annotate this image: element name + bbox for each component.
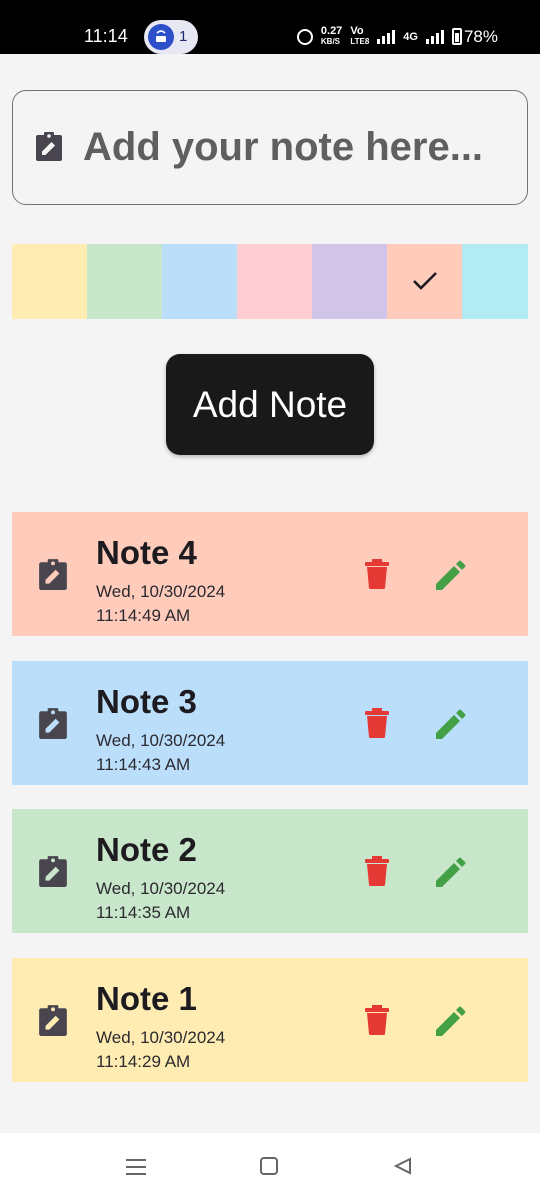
trash-icon[interactable]	[364, 855, 390, 887]
battery-percent: 78%	[463, 26, 498, 46]
color-swatch[interactable]	[162, 244, 237, 319]
note-time: 11:14:43 AM	[96, 754, 191, 774]
note-title: Note 2	[96, 831, 197, 868]
clipboard-edit-icon	[36, 132, 62, 161]
pencil-icon[interactable]	[434, 857, 466, 889]
status-icons: 0.27 KB/S Vo LTE8 4G 78%	[296, 26, 498, 47]
color-swatch[interactable]	[387, 244, 462, 319]
note-card[interactable]: Note 3 Wed, 10/30/2024 11:14:43 AM	[12, 660, 528, 785]
clipboard-edit-icon	[39, 707, 67, 739]
system-nav-bar	[0, 1133, 540, 1200]
recent-apps-icon[interactable]	[126, 1159, 146, 1180]
pencil-icon[interactable]	[434, 709, 466, 741]
hotspot-icon	[148, 24, 174, 50]
back-icon[interactable]	[394, 1157, 412, 1175]
color-swatch[interactable]	[462, 244, 528, 319]
network-type: 4G	[403, 30, 418, 43]
color-swatch[interactable]	[237, 244, 312, 319]
note-card[interactable]: Note 1 Wed, 10/30/2024 11:14:29 AM	[12, 957, 528, 1082]
net-speed: 0.27 KB/S	[321, 26, 342, 47]
note-title: Note 3	[96, 682, 197, 720]
clipboard-edit-icon	[39, 559, 67, 590]
clipboard-edit-icon	[39, 856, 67, 887]
note-input-container[interactable]	[12, 90, 528, 205]
color-picker	[12, 244, 528, 319]
note-timestamp: Wed, 10/30/2024 11:14:43 AM	[96, 729, 225, 777]
volte-bottom: LTE8	[350, 37, 370, 46]
color-swatch[interactable]	[12, 244, 87, 319]
note-title: Note 1	[96, 979, 197, 1017]
color-swatch[interactable]	[87, 244, 162, 319]
note-date: Wed, 10/30/2024	[96, 582, 226, 601]
home-icon[interactable]	[260, 1157, 278, 1175]
note-card[interactable]: Note 2 Wed, 10/30/2024 11:14:35 AM	[12, 809, 528, 933]
status-bar: 11:14 1 0.27 KB/S Vo LTE8 4G 78%	[0, 0, 540, 54]
note-date: Wed, 10/30/2024	[96, 879, 226, 898]
status-time: 11:14	[84, 26, 128, 46]
trash-icon[interactable]	[364, 1004, 390, 1036]
note-title: Note 4	[96, 534, 197, 571]
note-time: 11:14:49 AM	[96, 606, 191, 625]
clipboard-edit-icon	[39, 1004, 67, 1036]
volte-indicator: Vo LTE8	[350, 26, 369, 47]
add-note-button[interactable]: Add Note	[166, 354, 374, 455]
signal-icon-2	[425, 29, 444, 44]
trash-icon[interactable]	[364, 707, 390, 739]
net-speed-unit: KB/S	[320, 37, 341, 46]
note-date: Wed, 10/30/2024	[96, 1027, 226, 1047]
trash-icon[interactable]	[364, 558, 390, 590]
note-input[interactable]	[83, 111, 523, 183]
volte-top: Vo	[350, 25, 364, 37]
note-time: 11:14:35 AM	[96, 903, 191, 922]
note-card[interactable]: Note 4 Wed, 10/30/2024 11:14:49 AM	[12, 512, 528, 636]
net-speed-value: 0.27	[320, 25, 343, 37]
check-icon	[413, 272, 437, 290]
hotspot-count: 1	[179, 28, 188, 45]
note-time: 11:14:29 AM	[96, 1051, 191, 1071]
alarm-icon	[296, 28, 313, 45]
color-swatch[interactable]	[312, 244, 387, 319]
pencil-icon[interactable]	[434, 1006, 466, 1038]
pencil-icon[interactable]	[434, 560, 466, 592]
hotspot-indicator[interactable]: 1	[144, 20, 198, 54]
battery-icon	[451, 28, 462, 45]
note-date: Wed, 10/30/2024	[96, 730, 226, 750]
note-timestamp: Wed, 10/30/2024 11:14:35 AM	[96, 877, 225, 925]
note-timestamp: Wed, 10/30/2024 11:14:49 AM	[96, 580, 225, 628]
signal-icon	[377, 29, 396, 44]
note-timestamp: Wed, 10/30/2024 11:14:29 AM	[96, 1026, 225, 1074]
